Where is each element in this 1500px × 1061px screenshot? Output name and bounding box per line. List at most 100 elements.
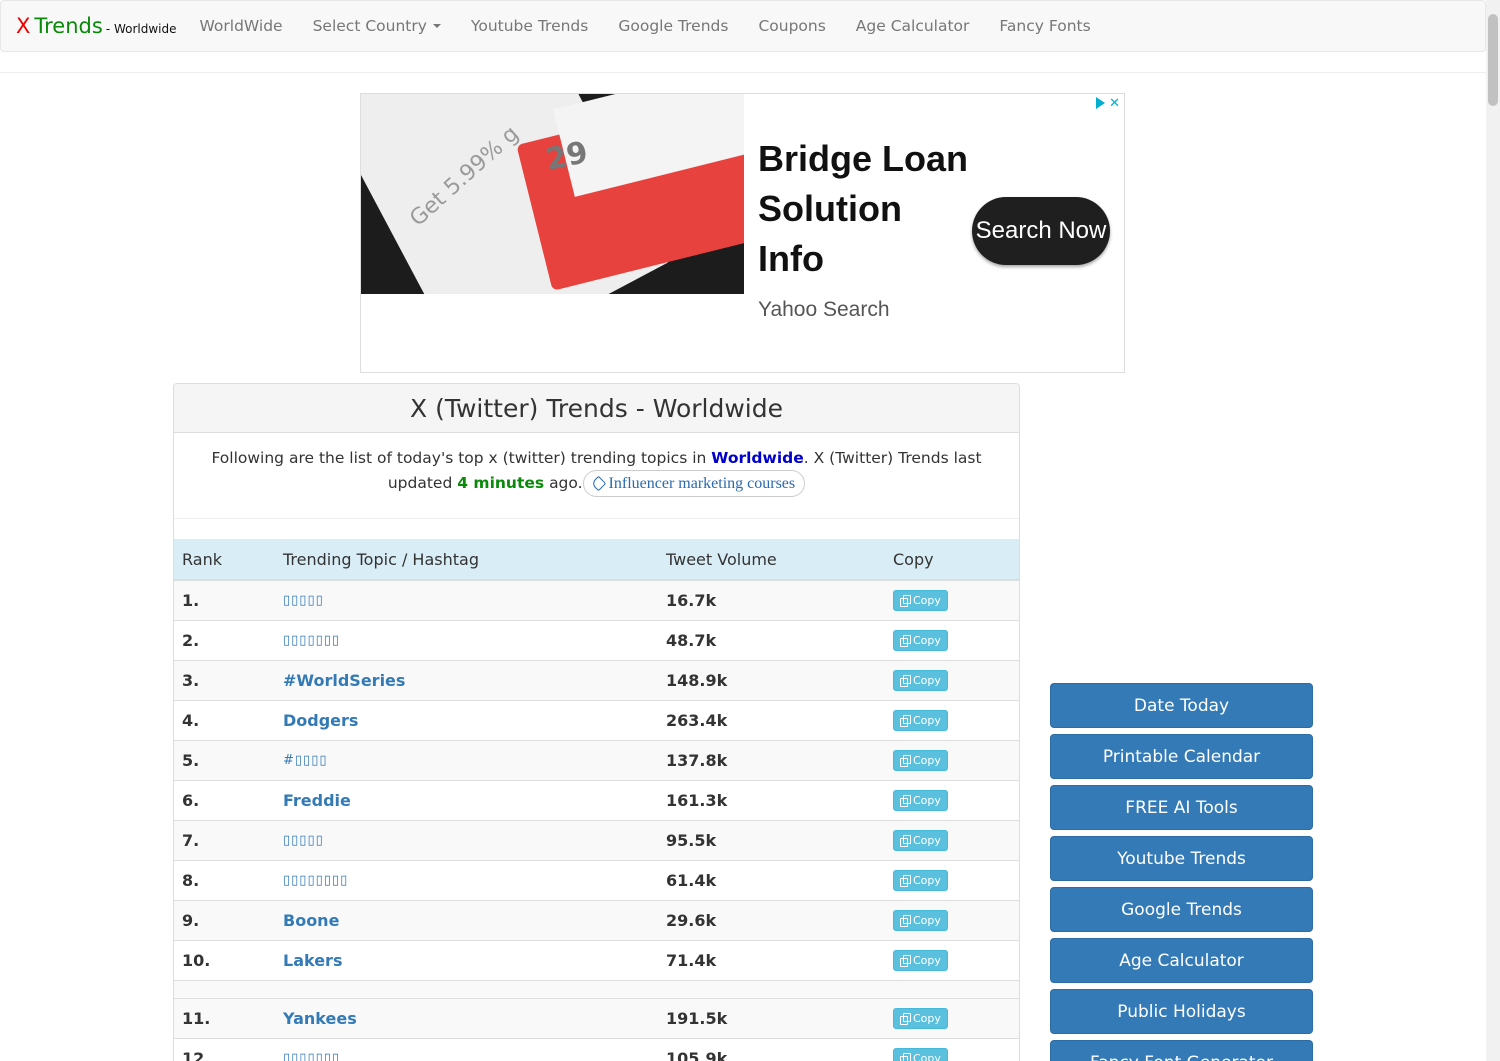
trends-table: Rank Trending Topic / Hashtag Tweet Volu… <box>174 539 1019 1061</box>
topic-link[interactable]: ▯▯▯▯▯ <box>275 579 658 620</box>
copy-button[interactable]: Copy <box>893 749 948 771</box>
sidebar-public-holidays-button[interactable]: Public Holidays <box>1050 989 1313 1034</box>
caret-down-icon <box>432 24 441 28</box>
topic-link[interactable]: #WorldSeries <box>275 659 658 700</box>
sidebar-age-calculator-button[interactable]: Age Calculator <box>1050 938 1313 983</box>
promo-label: Influencer marketing courses <box>608 475 796 492</box>
rank-cell: 10. <box>174 939 275 980</box>
copy-button-label: Copy <box>913 1051 941 1061</box>
rank-cell: 9. <box>174 899 275 940</box>
nav-worldwide[interactable]: WorldWide <box>185 17 298 35</box>
topic-link[interactable]: Lakers <box>275 939 658 980</box>
sidebar-google-trends-button[interactable]: Google Trends <box>1050 887 1313 932</box>
copy-icon <box>900 1012 911 1025</box>
sidebar-date-today-button[interactable]: Date Today <box>1050 683 1313 728</box>
table-row: 1. ▯▯▯▯▯ 16.7k Copy <box>174 579 1019 620</box>
copy-button[interactable]: Copy <box>893 949 948 971</box>
copy-cell: Copy <box>885 619 1019 660</box>
topic-link[interactable]: Freddie <box>275 779 658 820</box>
copy-button[interactable]: Copy <box>893 629 948 651</box>
sidebar-free-ai-tools-button[interactable]: FREE AI Tools <box>1050 785 1313 830</box>
topic-link[interactable]: ▯▯▯▯▯▯▯▯ <box>275 859 658 900</box>
tag-icon <box>590 475 606 492</box>
copy-icon <box>900 594 911 607</box>
topic-link[interactable]: Yankees <box>275 997 658 1038</box>
rank-cell: 4. <box>174 699 275 740</box>
copy-icon <box>900 634 911 647</box>
copy-button-label: Copy <box>913 873 941 887</box>
copy-button-label: Copy <box>913 1011 941 1025</box>
rank-cell: 7. <box>174 819 275 860</box>
table-row: 2. ▯▯▯▯▯▯▯ 48.7k Copy <box>174 619 1019 660</box>
topic-link[interactable]: ▯▯▯▯▯▯▯ <box>275 619 658 660</box>
copy-cell: Copy <box>885 819 1019 860</box>
ad-search-now-button[interactable]: Search Now <box>972 197 1110 265</box>
copy-button-label: Copy <box>913 753 941 767</box>
copy-icon <box>900 874 911 887</box>
rank-cell: 11. <box>174 997 275 1038</box>
trends-panel: X (Twitter) Trends - Worldwide Following… <box>173 383 1020 1061</box>
copy-cell: Copy <box>885 1037 1019 1061</box>
copy-cell: Copy <box>885 779 1019 820</box>
rank-cell: 2. <box>174 619 275 660</box>
location-link[interactable]: Worldwide <box>711 449 804 467</box>
page-scrollbar[interactable] <box>1486 0 1500 1061</box>
ad-choices[interactable]: ✕ <box>1096 96 1120 111</box>
sidebar-youtube-trends-button[interactable]: Youtube Trends <box>1050 836 1313 881</box>
brand-x: X <box>16 14 31 38</box>
copy-icon <box>900 1052 911 1061</box>
copy-button-label: Copy <box>913 713 941 727</box>
nav-age-calculator[interactable]: Age Calculator <box>841 17 985 35</box>
site-brand[interactable]: X Trends - Worldwide <box>1 14 177 38</box>
copy-button[interactable]: Copy <box>893 829 948 851</box>
sidebar-fancy-font-generator-button[interactable]: Fancy Font Generator <box>1050 1040 1313 1061</box>
topic-link[interactable]: ▯▯▯▯▯▯▯ <box>275 1037 658 1061</box>
nav-fancy-fonts[interactable]: Fancy Fonts <box>984 17 1105 35</box>
header-copy: Copy <box>885 539 1019 581</box>
divider <box>0 72 1486 73</box>
copy-cell: Copy <box>885 659 1019 700</box>
rank-cell: 3. <box>174 659 275 700</box>
copy-button[interactable]: Copy <box>893 589 948 611</box>
ad-close-icon[interactable]: ✕ <box>1109 96 1120 111</box>
copy-button-label: Copy <box>913 673 941 687</box>
scrollbar-thumb[interactable] <box>1488 14 1498 106</box>
ad-image[interactable]: Get 5.99% g 29 <box>361 94 744 294</box>
panel-title: X (Twitter) Trends - Worldwide <box>174 384 1019 433</box>
nav-youtube-trends[interactable]: Youtube Trends <box>456 17 603 35</box>
volume-cell: 148.9k <box>658 659 885 700</box>
trends-table-body: 1. ▯▯▯▯▯ 16.7k Copy 2. ▯▯▯▯▯▯▯ 48.7k Copy 3. #Wor… <box>174 579 1019 1061</box>
copy-button[interactable]: Copy <box>893 709 948 731</box>
copy-icon <box>900 794 911 807</box>
sidebar-printable-calendar-button[interactable]: Printable Calendar <box>1050 734 1313 779</box>
rank-cell: 12. <box>174 1037 275 1061</box>
updated-time: 4 minutes <box>457 474 545 492</box>
topic-link[interactable]: Dodgers <box>275 699 658 740</box>
topic-link[interactable]: #▯▯▯▯ <box>275 739 658 780</box>
copy-icon <box>900 674 911 687</box>
header-topic: Trending Topic / Hashtag <box>275 539 658 581</box>
promo-chip[interactable]: Influencer marketing courses <box>582 470 806 497</box>
nav-select-country[interactable]: Select Country <box>298 17 456 35</box>
table-row: 5. #▯▯▯▯ 137.8k Copy <box>174 739 1019 780</box>
topic-link[interactable]: Boone <box>275 899 658 940</box>
rank-cell: 1. <box>174 579 275 620</box>
header-volume: Tweet Volume <box>658 539 885 581</box>
table-row: 7. ▯▯▯▯▯ 95.5k Copy <box>174 819 1019 860</box>
table-row: 4. Dodgers 263.4k Copy <box>174 699 1019 740</box>
copy-button[interactable]: Copy <box>893 789 948 811</box>
nav-coupons[interactable]: Coupons <box>743 17 840 35</box>
copy-button[interactable]: Copy <box>893 1047 948 1061</box>
copy-button-label: Copy <box>913 633 941 647</box>
volume-cell: 95.5k <box>658 819 885 860</box>
nav-google-trends[interactable]: Google Trends <box>603 17 743 35</box>
topic-link[interactable]: ▯▯▯▯▯ <box>275 819 658 860</box>
ad-headline[interactable]: Bridge Loan Solution Info <box>758 134 968 284</box>
advertisement[interactable]: Get 5.99% g 29 ✕ Bridge Loan Solution In… <box>360 93 1125 373</box>
copy-button[interactable]: Copy <box>893 869 948 891</box>
copy-cell: Copy <box>885 859 1019 900</box>
copy-button[interactable]: Copy <box>893 1007 948 1029</box>
copy-button[interactable]: Copy <box>893 909 948 931</box>
copy-button[interactable]: Copy <box>893 669 948 691</box>
rank-cell: 8. <box>174 859 275 900</box>
